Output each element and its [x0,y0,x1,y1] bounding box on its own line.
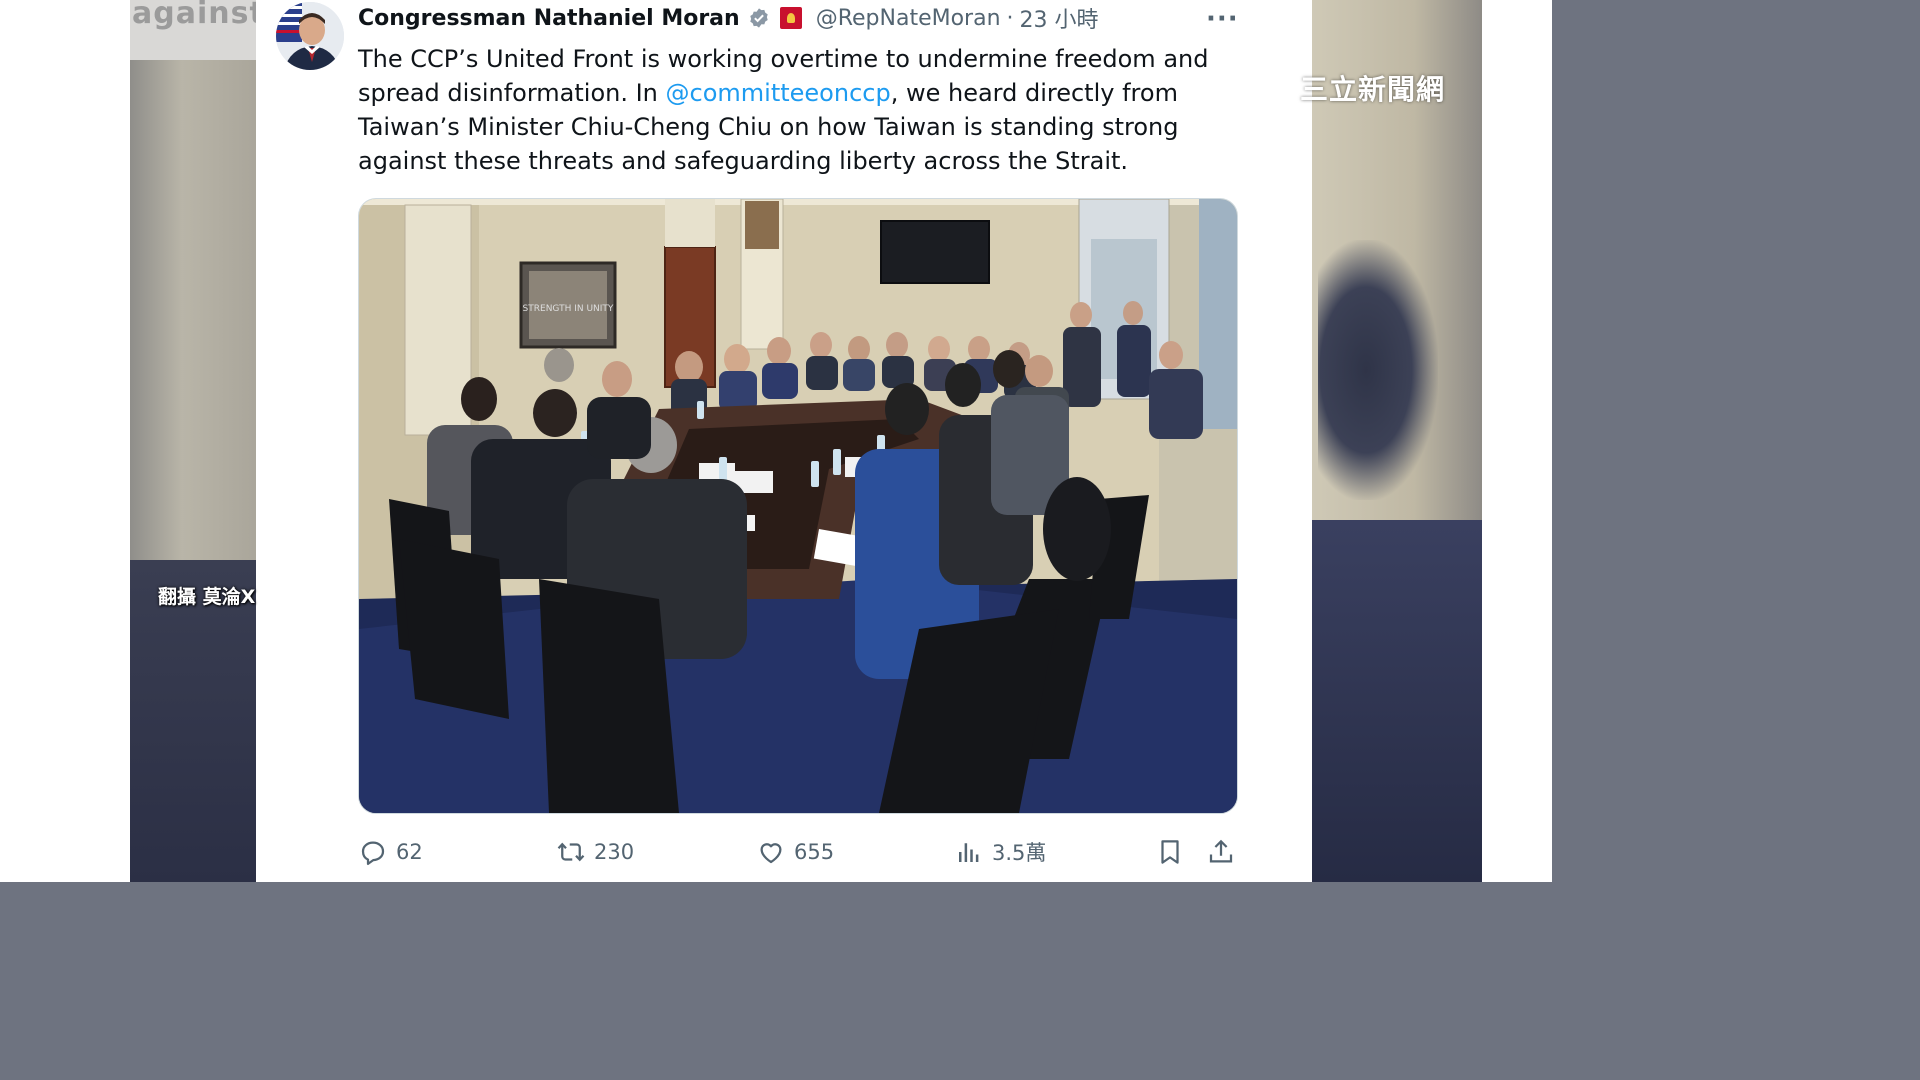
reply-icon [361,841,385,865]
bookmark-button[interactable] [1155,832,1185,872]
blurred-backdrop-people [1318,240,1438,500]
like-count: 655 [794,840,835,864]
like-icon [760,843,782,864]
avatar-photo [276,2,344,70]
tweet-text: The CCP’s United Front is working overti… [358,42,1218,178]
views-icon [959,843,979,862]
affiliation-badge-icon [779,7,802,29]
meeting-room-photo: STRENGTH IN UNITY [359,199,1237,813]
views-button[interactable]: 3.5萬 [954,832,1046,872]
reply-button[interactable]: 62 [358,832,423,872]
repost-icon [557,842,585,862]
header-separator: · [1006,5,1014,31]
share-icon [1209,839,1233,863]
bookmark-icon [1161,840,1179,864]
tweet-timestamp[interactable]: 23 小時 [1020,2,1099,34]
views-count: 3.5萬 [992,841,1047,865]
tweet-header: Congressman Nathaniel Moran @RepNateMora… [358,2,1099,34]
blurred-backdrop-text: against [132,0,265,31]
source-credit: 翻攝 莫淪X [158,586,256,608]
blurred-backdrop-carpet-right [1312,520,1482,882]
mention-link[interactable]: @committeeonccp [666,79,891,107]
repost-button[interactable]: 230 [556,832,634,872]
frame-edge-left [0,0,130,882]
tweet-photo[interactable]: STRENGTH IN UNITY [358,198,1238,814]
broadcaster-watermark: 三立新聞網 [1300,73,1446,106]
author-name[interactable]: Congressman Nathaniel Moran [358,6,740,31]
author-avatar[interactable] [276,2,344,70]
repost-count: 230 [594,840,635,864]
picture-sign-text: STRENGTH IN UNITY [523,304,614,314]
more-icon[interactable]: ··· [1206,4,1239,34]
frame-edge-right [1482,0,1552,882]
reply-count: 62 [396,840,423,864]
like-button[interactable]: 655 [756,832,834,872]
verified-badge-icon [749,8,768,28]
author-handle[interactable]: @RepNateMoran [816,6,1001,31]
share-button[interactable] [1206,832,1236,872]
tweet-actions: 62 230 655 3.5萬 [0,832,1552,872]
